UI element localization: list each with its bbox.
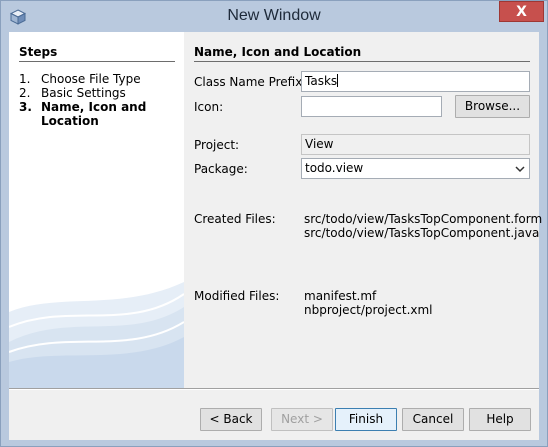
created-files-label: Created Files: [194,212,276,226]
panel-title: Name, Icon and Location [194,45,362,59]
decorative-swoosh [9,282,184,388]
class-name-prefix-label: Class Name Prefix: [194,75,307,89]
list-item: src/todo/view/TasksTopComponent.java [304,226,540,240]
step-label: Choose File Type [41,72,141,86]
back-button[interactable]: < Back [200,408,262,431]
steps-divider [19,61,175,62]
cancel-button[interactable]: Cancel [402,408,464,431]
package-value: todo.view [305,161,364,175]
project-label: Project: [194,138,240,152]
next-button[interactable]: Next > [271,408,333,431]
step-label: Name, Icon and Location [41,100,147,128]
list-item: nbproject/project.xml [304,303,433,317]
close-button[interactable]: X [499,1,544,22]
step-number: 2. [19,86,31,100]
icon-label: Icon: [194,100,224,114]
new-window-dialog: New Window X Steps 1. Choose File Type 2… [0,0,548,447]
modified-files-list: manifest.mf nbproject/project.xml [304,289,433,317]
created-files-list: src/todo/view/TasksTopComponent.form src… [304,212,542,240]
steps-title: Steps [19,45,58,59]
step-number: 1. [19,72,31,86]
help-button[interactable]: Help [469,408,531,431]
browse-button[interactable]: Browse... [455,95,530,118]
finish-button[interactable]: Finish [335,408,397,431]
class-name-prefix-input[interactable]: Tasks [301,71,530,92]
package-label: Package: [194,162,248,176]
step-label: Basic Settings [41,86,126,100]
footer-divider-highlight [9,389,539,390]
package-combobox[interactable]: todo.view [301,158,530,179]
text-caret [337,74,339,87]
modified-files-label: Modified Files: [194,289,280,303]
class-name-prefix-value: Tasks [305,74,338,88]
list-item: src/todo/view/TasksTopComponent.form [304,212,543,226]
panel-divider [194,61,530,62]
steps-panel: Steps 1. Choose File Type 2. Basic Setti… [9,32,184,388]
project-field: View [301,134,530,155]
step-number: 3. [19,100,32,114]
dialog-client: Steps 1. Choose File Type 2. Basic Setti… [9,32,542,440]
icon-input[interactable] [301,96,442,117]
window-title: New Window [227,7,321,24]
chevron-down-icon [515,166,525,173]
settings-panel: Name, Icon and Location Class Name Prefi… [184,32,542,388]
close-icon: X [516,3,527,20]
list-item: manifest.mf [304,289,377,303]
title-bar[interactable]: New Window X [1,1,547,32]
